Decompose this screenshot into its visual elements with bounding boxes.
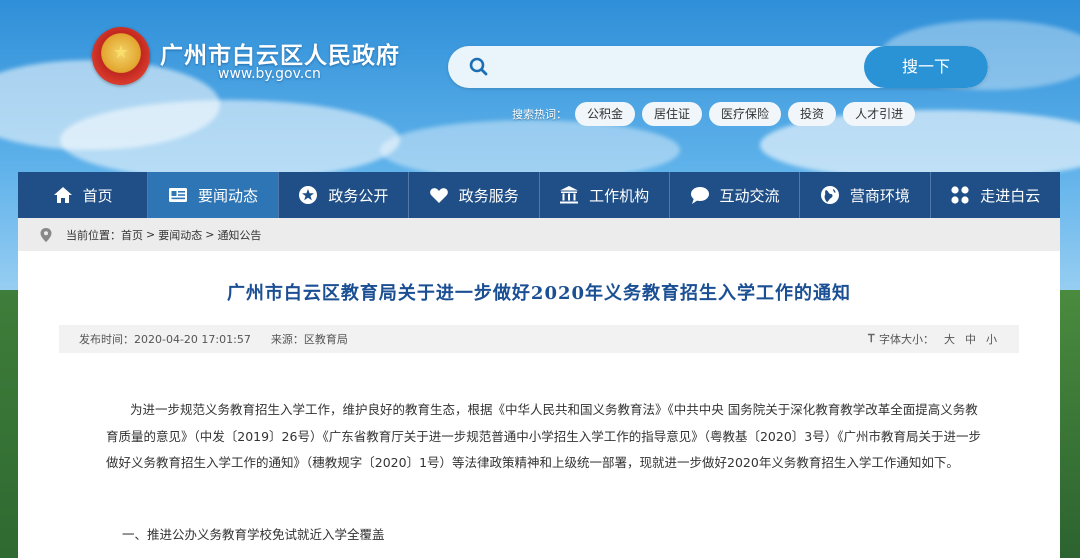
nav-item-gov-service[interactable]: 政务服务	[409, 172, 540, 218]
heart-icon	[429, 188, 448, 203]
site-url: www.by.gov.cn	[218, 66, 321, 82]
publish-time: 发布时间：2020-04-20 17:01:57	[79, 333, 251, 346]
location-pin-icon	[40, 227, 52, 242]
site-title[interactable]: 广州市白云区人民政府	[160, 36, 400, 70]
cloud	[380, 120, 680, 180]
cloud	[60, 100, 400, 180]
hot-tag[interactable]: 居住证	[642, 102, 703, 126]
text-size-icon: Ꭲ	[868, 332, 875, 345]
star-icon	[299, 186, 318, 204]
hot-tag[interactable]: 人才引进	[843, 102, 916, 126]
nav-label: 走进白云	[980, 186, 1041, 205]
mountain-left	[0, 290, 18, 558]
breadcrumb-news[interactable]: 要闻动态	[158, 227, 202, 243]
font-size-small[interactable]: 小	[986, 331, 997, 347]
home-icon	[53, 187, 72, 203]
search-box: 搜一下	[448, 46, 988, 88]
chat-icon	[690, 187, 709, 204]
search-icon	[469, 57, 488, 76]
main-nav: 首页 要闻动态 政务公开 政务服务 工作机构 互动交流 营商环境 走进白云	[18, 172, 1060, 218]
font-size-large[interactable]: 大	[944, 331, 955, 347]
nav-item-home[interactable]: 首页	[18, 172, 149, 218]
nav-item-agencies[interactable]: 工作机构	[540, 172, 670, 218]
article-title: 广州市白云区教育局关于进一步做好2020年义务教育招生入学工作的通知	[226, 283, 852, 304]
hot-tag[interactable]: 公积金	[575, 102, 636, 126]
nav-item-interaction[interactable]: 互动交流	[670, 172, 801, 218]
news-icon	[169, 188, 188, 202]
breadcrumb: 当前位置： 首页 > 要闻动态 > 通知公告	[18, 218, 1060, 251]
nav-item-about[interactable]: 走进白云	[931, 172, 1060, 218]
national-emblem-logo: ★	[92, 27, 150, 85]
search-button[interactable]: 搜一下	[864, 46, 988, 88]
article-meta: 发布时间：2020-04-20 17:01:57 来源：区教育局 Ꭲ 字体大小：…	[59, 325, 1019, 353]
nav-label: 营商环境	[849, 186, 910, 205]
nav-label: 工作机构	[589, 186, 650, 205]
hot-search: 搜索热词： 公积金 居住证 医疗保险 投资 人才引进	[512, 102, 922, 126]
nav-item-news[interactable]: 要闻动态	[148, 172, 279, 218]
nav-label: 要闻动态	[198, 186, 259, 205]
breadcrumb-home[interactable]: 首页	[121, 227, 143, 243]
hot-tag[interactable]: 医疗保险	[709, 102, 782, 126]
font-size-control: Ꭲ 字体大小： 大 中 小	[868, 331, 997, 347]
section-heading: 一、推进公办义务教育学校免试就近入学全覆盖	[122, 527, 385, 542]
font-size-medium[interactable]: 中	[965, 331, 976, 347]
breadcrumb-label: 当前位置：	[66, 228, 121, 242]
mountain-right	[1060, 290, 1080, 558]
article-source: 来源：区教育局	[270, 333, 348, 346]
nav-item-business[interactable]: 营商环境	[800, 172, 931, 218]
nav-item-gov-open[interactable]: 政务公开	[279, 172, 410, 218]
article-panel: 广州市白云区教育局关于进一步做好2020年义务教育招生入学工作的通知 发布时间：…	[18, 251, 1060, 558]
hot-search-label: 搜索热词：	[512, 108, 567, 121]
globe-icon	[820, 186, 839, 204]
building-icon	[560, 186, 579, 204]
breadcrumb-separator: >	[146, 228, 156, 241]
nav-label: 首页	[82, 186, 113, 205]
grid-icon	[951, 186, 969, 204]
article-paragraph: 为进一步规范义务教育招生入学工作，维护良好的教育生态，根据《中华人民共和国义务教…	[106, 402, 981, 470]
nav-label: 政务公开	[328, 186, 389, 205]
nav-label: 互动交流	[719, 186, 780, 205]
hot-tag[interactable]: 投资	[788, 102, 837, 126]
breadcrumb-notices[interactable]: 通知公告	[217, 227, 261, 243]
font-size-label: 字体大小：	[879, 333, 934, 346]
search-input[interactable]	[500, 53, 804, 83]
article-body: 为进一步规范义务教育招生入学工作，维护良好的教育生态，根据《中华人民共和国义务教…	[106, 397, 986, 477]
breadcrumb-separator: >	[205, 228, 215, 241]
nav-label: 政务服务	[458, 186, 519, 205]
